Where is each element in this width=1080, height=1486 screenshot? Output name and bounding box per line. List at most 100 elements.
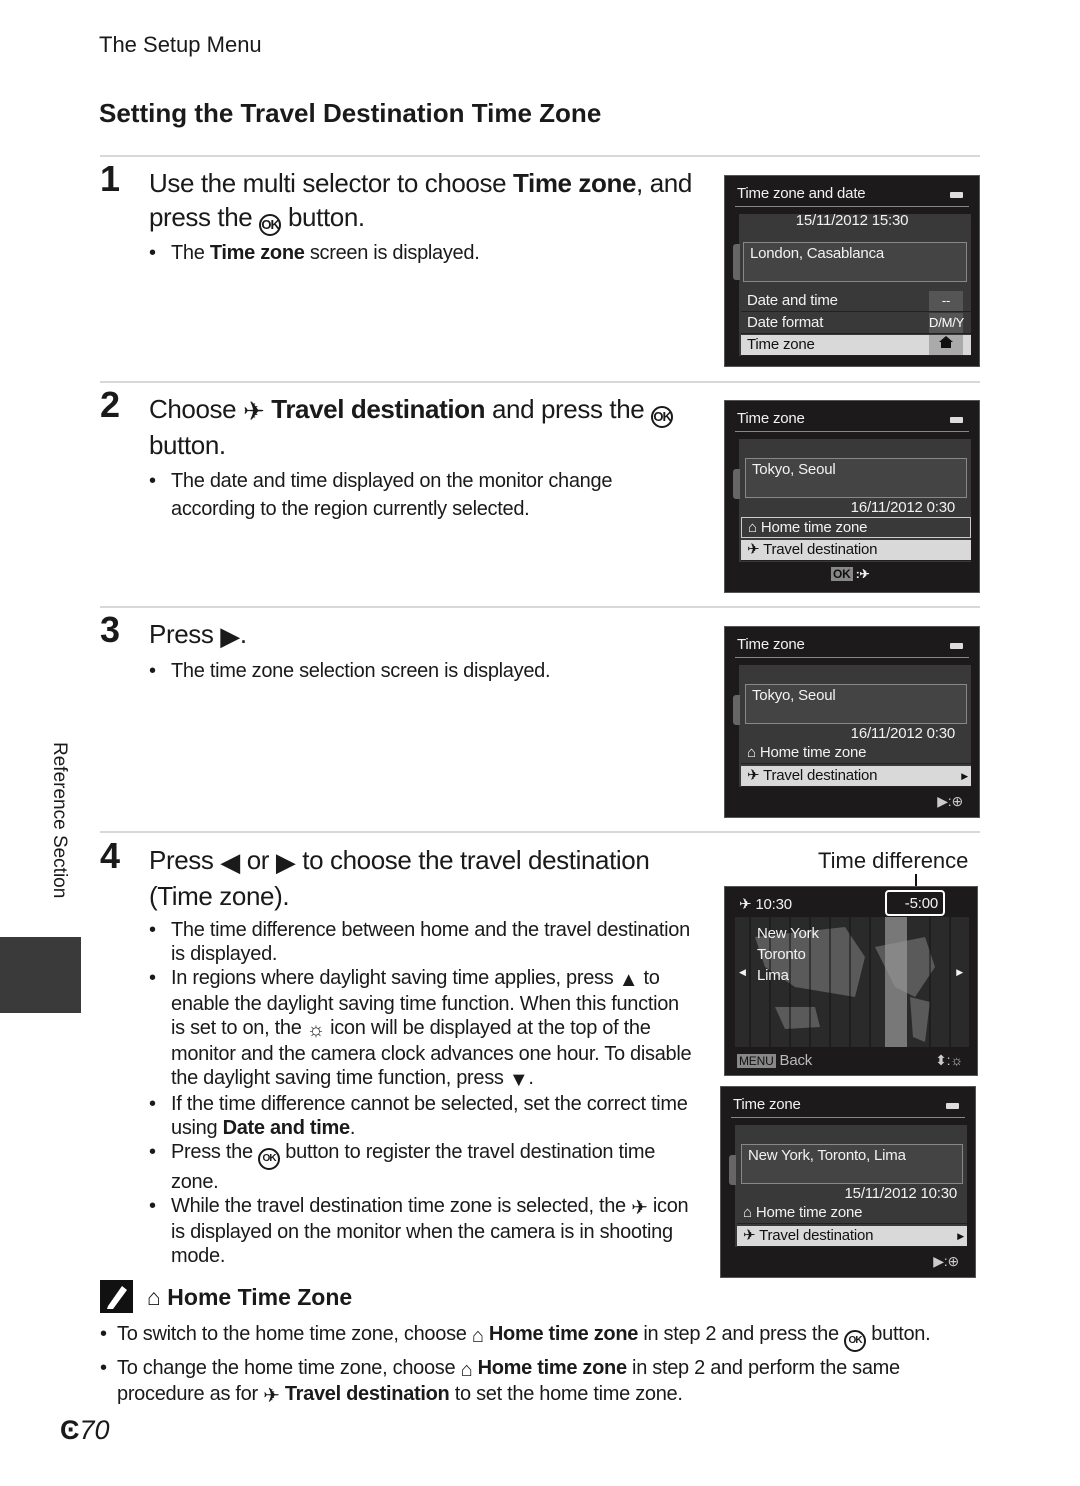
- time-difference: -5:00: [885, 890, 945, 916]
- text: The time zone selection screen is displa…: [171, 660, 551, 682]
- ok-hint-icon: OK: [831, 567, 853, 581]
- reference-e-icon: Ͼ: [60, 1415, 80, 1445]
- camera-screen-time-zone: Time zone Tokyo, Seoul 16/11/2012 0:30 ⌂…: [724, 626, 980, 818]
- callout-label: Time difference: [818, 848, 969, 873]
- plane-icon: ✈: [243, 396, 265, 426]
- text: .: [349, 1117, 356, 1139]
- battery-icon: [950, 192, 963, 198]
- plane-icon: ✈: [631, 1197, 648, 1219]
- datetime: 15/11/2012 10:30: [844, 1185, 958, 1202]
- menu-row-time-zone[interactable]: Time zone: [741, 335, 971, 356]
- right-arrow-icon[interactable]: ▶: [956, 967, 963, 978]
- right-globe-hint-icon: ▶:⊕: [937, 793, 963, 809]
- ok-icon: OK: [651, 406, 674, 428]
- row-label: Travel destination: [759, 1227, 874, 1244]
- step-heading: Press ◀ or ▶ to choose the travel destin…: [149, 843, 699, 913]
- text: In regions where daylight saving time ap…: [171, 967, 619, 989]
- bold-text: Time zone: [512, 168, 637, 198]
- left-icon: ◀: [220, 847, 240, 877]
- menu-row-travel-destination[interactable]: ✈ Travel destination: [741, 540, 971, 561]
- text: .: [239, 619, 247, 649]
- divider: [100, 606, 980, 608]
- text: button.: [866, 1323, 931, 1345]
- bold-text: Home time zone: [488, 1323, 639, 1345]
- divider: [735, 206, 969, 207]
- divider: [731, 1117, 965, 1118]
- home-icon: ⌂: [147, 1284, 168, 1310]
- text: Press: [149, 619, 221, 649]
- home-icon: ⌂: [460, 1359, 473, 1381]
- menu-row-travel-destination[interactable]: ✈ Travel destination ▶: [737, 1226, 967, 1247]
- step-heading: Choose ✈ Travel destination and press th…: [149, 392, 699, 462]
- text: and press the: [485, 394, 652, 424]
- battery-icon: [950, 417, 963, 423]
- row-label: Home time zone: [760, 519, 868, 536]
- menu-row-home-time-zone[interactable]: ⌂ Home time zone: [737, 1203, 967, 1224]
- menu-row-date-and-time[interactable]: Date and time --: [741, 291, 971, 312]
- list-item: In regions where daylight saving time ap…: [149, 966, 694, 1092]
- divider: [100, 831, 980, 833]
- screen-title: Time zone: [733, 1096, 801, 1113]
- step-heading: Press ▶.: [149, 617, 699, 653]
- page-number-value: 70: [79, 1415, 110, 1445]
- down-icon: ▼: [508, 1069, 529, 1091]
- camera-screen-world-map: ✈ 10:30 -5:00 New York Toronto Lima ◀ ▶ …: [724, 886, 978, 1076]
- camera-screen-time-zone: Time zone New York, Toronto, Lima 15/11/…: [720, 1086, 976, 1278]
- menu-button-icon: MENU: [737, 1054, 776, 1068]
- datetime: 16/11/2012 0:30: [850, 725, 956, 742]
- running-header: The Setup Menu: [99, 32, 262, 57]
- list-item: While the travel destination time zone i…: [149, 1194, 694, 1268]
- scroll-tab: [733, 695, 740, 725]
- page-number: Ͼ70: [60, 1415, 110, 1446]
- text: or: [239, 845, 276, 875]
- step-bullets: The time difference between home and the…: [149, 918, 694, 1268]
- city-name: Toronto: [757, 946, 806, 963]
- plane-icon: ✈: [263, 1385, 280, 1407]
- note-title: Home Time Zone: [167, 1284, 353, 1310]
- menu-row-home-time-zone[interactable]: ⌂ Home time zone: [741, 517, 971, 538]
- text: screen is displayed.: [304, 242, 480, 264]
- ok-icon: OK: [844, 1330, 867, 1352]
- city-box: Tokyo, Seoul: [745, 458, 967, 498]
- row-label: Date and time: [747, 292, 838, 309]
- step-number: 3: [100, 609, 120, 650]
- menu-row-home-time-zone[interactable]: ⌂ Home time zone: [741, 743, 971, 764]
- screen-title: Time zone: [737, 410, 805, 427]
- step-number: 1: [100, 158, 120, 199]
- camera-screen-time-zone-and-date: Time zone and date 15/11/2012 15:30 Lond…: [724, 175, 980, 367]
- scroll-tab: [733, 244, 740, 280]
- bold-text: Date and time: [222, 1117, 351, 1139]
- list-item: The time difference between home and the…: [149, 918, 694, 966]
- up-icon: ▲: [618, 969, 639, 991]
- home-icon: [929, 335, 963, 355]
- city-box: London, Casablanca: [743, 242, 967, 282]
- divider: [735, 431, 969, 432]
- text: The date and time displayed on the monit…: [171, 470, 613, 520]
- city-name: New York: [757, 925, 819, 942]
- menu-row-travel-destination[interactable]: ✈ Travel destination ▶: [741, 766, 971, 787]
- text: To change the home time zone, choose: [117, 1357, 461, 1379]
- text: button.: [149, 430, 226, 460]
- step-bullets: The time zone selection screen is displa…: [149, 659, 694, 683]
- back-label[interactable]: Back: [780, 1052, 813, 1069]
- text: Press the: [171, 1141, 259, 1163]
- row-label: Date format: [747, 314, 824, 331]
- row-value: D/M/Y: [929, 313, 964, 333]
- list-item: The Time zone screen is displayed.: [149, 241, 694, 265]
- text: button.: [281, 202, 365, 232]
- scroll-tab: [729, 1155, 736, 1185]
- side-tab-marker: [0, 937, 81, 1013]
- right-icon: ▶: [220, 621, 240, 651]
- menu-row-date-format[interactable]: Date format D/M/Y: [741, 313, 971, 334]
- city-box: Tokyo, Seoul: [745, 684, 967, 724]
- text: in step 2 and press the: [638, 1323, 845, 1345]
- step-heading: Use the multi selector to choose Time zo…: [149, 166, 699, 236]
- ok-icon: OK: [259, 214, 282, 236]
- left-arrow-icon[interactable]: ◀: [739, 967, 746, 978]
- list-item: The time zone selection screen is displa…: [149, 659, 694, 683]
- screen-title: Time zone: [737, 636, 805, 653]
- row-label: Travel destination: [763, 541, 878, 558]
- text: .: [528, 1067, 534, 1089]
- note-list: To switch to the home time zone, choose …: [100, 1322, 990, 1412]
- right-globe-hint-icon: ▶:⊕: [933, 1253, 959, 1269]
